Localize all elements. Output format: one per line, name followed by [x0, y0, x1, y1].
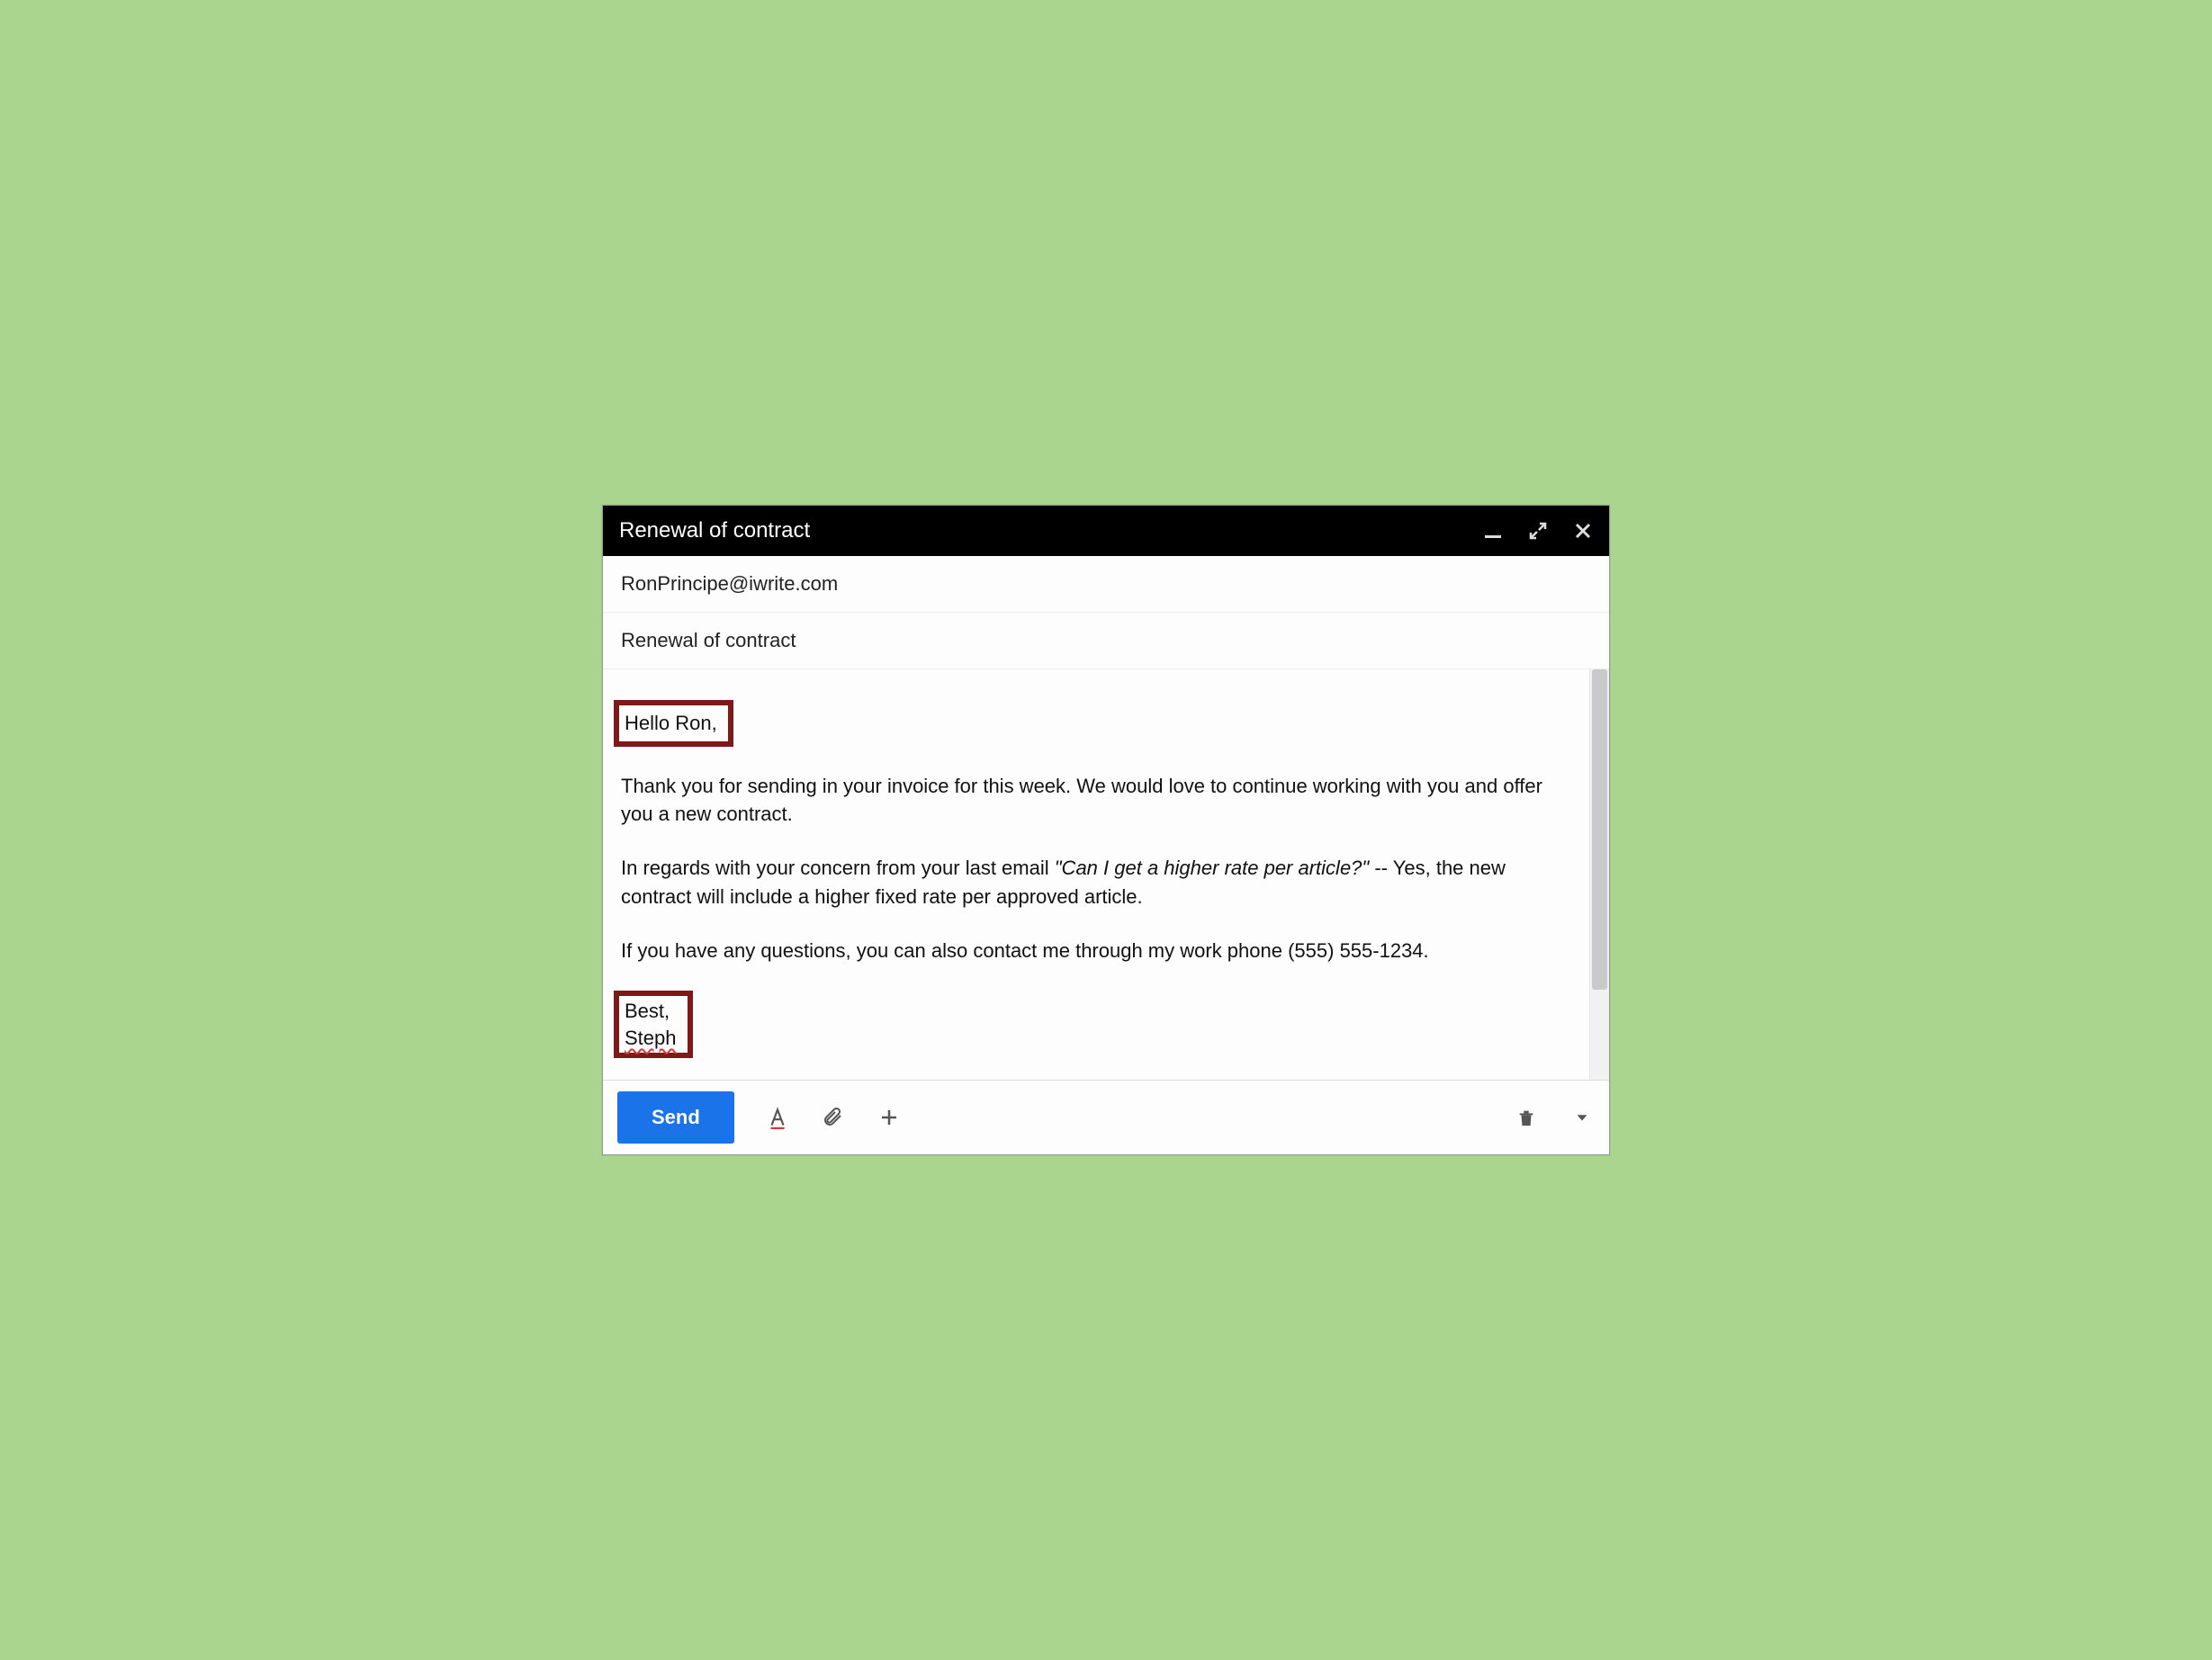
more-options-icon[interactable]	[1569, 1105, 1595, 1130]
body-paragraph-2: In regards with your concern from your l…	[621, 854, 1571, 911]
signature-name: Steph	[625, 1027, 677, 1049]
greeting-text: Hello Ron,	[625, 712, 717, 734]
subject-field[interactable]: Renewal of contract	[603, 613, 1609, 669]
attach-file-icon[interactable]	[821, 1105, 846, 1130]
body-paragraph-1: Thank you for sending in your invoice fo…	[621, 772, 1571, 830]
discard-draft-icon[interactable]	[1514, 1105, 1539, 1130]
signoff-text: Best,	[625, 1000, 670, 1022]
to-field[interactable]: RonPrincipe@iwrite.com	[603, 556, 1609, 613]
body-wrap: Hello Ron, Thank you for sending in your…	[603, 669, 1609, 1081]
greeting-highlight: Hello Ron,	[614, 700, 733, 747]
compose-titlebar: Renewal of contract	[603, 506, 1609, 556]
scrollbar-thumb[interactable]	[1592, 669, 1607, 990]
insert-more-icon[interactable]	[877, 1105, 902, 1130]
send-button[interactable]: Send	[617, 1091, 734, 1144]
close-icon[interactable]	[1573, 521, 1593, 541]
format-text-icon[interactable]	[765, 1105, 790, 1130]
compose-title: Renewal of contract	[619, 518, 810, 543]
expand-icon[interactable]	[1528, 521, 1548, 541]
para2-quote: "Can I get a higher rate per article?"	[1055, 857, 1369, 879]
titlebar-actions	[1483, 521, 1593, 541]
signature-highlight: Best, Steph	[614, 991, 693, 1058]
compose-window: Renewal of contract RonPrincipe@iwrite.c…	[602, 505, 1610, 1156]
message-body[interactable]: Hello Ron, Thank you for sending in your…	[603, 669, 1589, 1081]
subject-value: Renewal of contract	[621, 629, 796, 651]
para2-pre: In regards with your concern from your l…	[621, 857, 1055, 879]
compose-toolbar: Send	[603, 1080, 1609, 1154]
body-scrollbar[interactable]	[1589, 669, 1609, 1081]
minimize-icon[interactable]	[1483, 521, 1503, 541]
to-value: RonPrincipe@iwrite.com	[621, 572, 838, 595]
body-paragraph-3: If you have any questions, you can also …	[621, 937, 1571, 965]
